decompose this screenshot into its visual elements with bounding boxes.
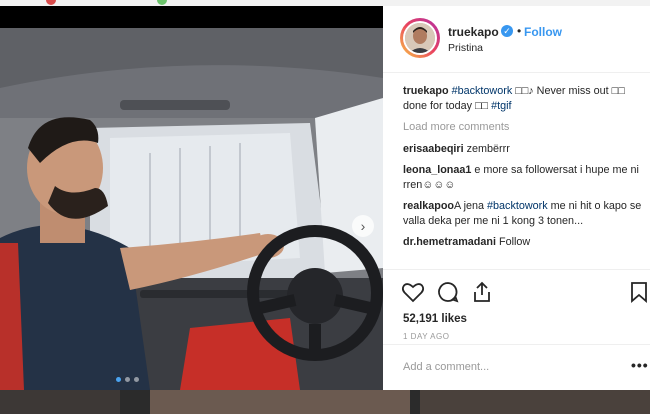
carousel-indicator <box>116 377 139 382</box>
comment-username[interactable]: realkapoo <box>403 200 454 212</box>
feed-thumbnail <box>420 390 650 414</box>
comment-text: A jena <box>454 200 488 212</box>
comment-username[interactable]: erisaabeqiri <box>403 143 464 155</box>
background-strip-bottom <box>0 390 650 414</box>
verified-badge-icon: ✓ <box>501 25 513 37</box>
comment-follow-text[interactable]: Follow <box>499 236 530 248</box>
comment-username[interactable]: leona_lonaa1 <box>403 164 471 176</box>
more-options-icon[interactable]: ••• <box>631 357 649 373</box>
comment-item: dr.hemetramadani Follow <box>403 235 645 250</box>
add-comment-input[interactable]: Add a comment... <box>403 361 489 373</box>
caption-hashtag[interactable]: #tgif <box>491 100 511 112</box>
caption-username[interactable]: truekapo <box>403 85 449 97</box>
carousel-dot <box>125 377 130 382</box>
post-photo[interactable]: › <box>0 28 383 390</box>
next-photo-icon[interactable]: › <box>352 215 374 237</box>
comment-text: zembërrr <box>466 143 510 155</box>
share-icon[interactable] <box>470 280 494 304</box>
caption: truekapo #backtowork □□♪ Never miss out … <box>403 84 645 114</box>
car-interior-image <box>0 28 383 390</box>
tab-status-icon <box>157 0 167 5</box>
caption-hashtag[interactable]: #backtowork <box>452 85 513 97</box>
comment-item: realkapooA jena #backtowork me ni hit o … <box>403 199 645 229</box>
comment-username[interactable]: dr.hemetramadani <box>403 236 496 248</box>
add-comment-bar: Add a comment... ••• <box>383 344 650 391</box>
post-username[interactable]: truekapo <box>448 25 499 39</box>
carousel-dot <box>134 377 139 382</box>
heart-icon[interactable] <box>401 280 425 304</box>
comment-item: leona_lonaa1 e more sa followersat i hup… <box>403 163 645 193</box>
carousel-dot <box>116 377 121 382</box>
post-side-panel: truekapo ✓ • Follow Pristina truekapo #b… <box>383 6 650 390</box>
feed-thumbnail <box>150 390 410 414</box>
comment-hashtag[interactable]: #backtowork <box>487 200 548 212</box>
avatar[interactable] <box>400 18 440 58</box>
follow-button[interactable]: Follow <box>524 25 562 39</box>
comment-item: erisaabeqiri zembërrr <box>403 142 645 157</box>
comment-icon[interactable] <box>436 280 460 304</box>
avatar-photo <box>405 23 435 53</box>
post-header: truekapo ✓ • Follow Pristina <box>383 6 650 73</box>
avatar-image <box>405 23 435 53</box>
bookmark-icon[interactable] <box>627 280 650 304</box>
comments-list: truekapo #backtowork □□♪ Never miss out … <box>403 84 645 256</box>
post-location[interactable]: Pristina <box>448 42 483 54</box>
likes-count[interactable]: 52,191 likes <box>403 313 467 325</box>
separator-dot: • <box>517 24 522 38</box>
tab-close-icon <box>46 0 56 5</box>
avatar-frame <box>403 21 437 55</box>
load-more-comments-button[interactable]: Load more comments <box>403 120 645 135</box>
feed-thumbnail <box>0 390 120 414</box>
post-timestamp[interactable]: 1 DAY AGO <box>403 332 449 341</box>
